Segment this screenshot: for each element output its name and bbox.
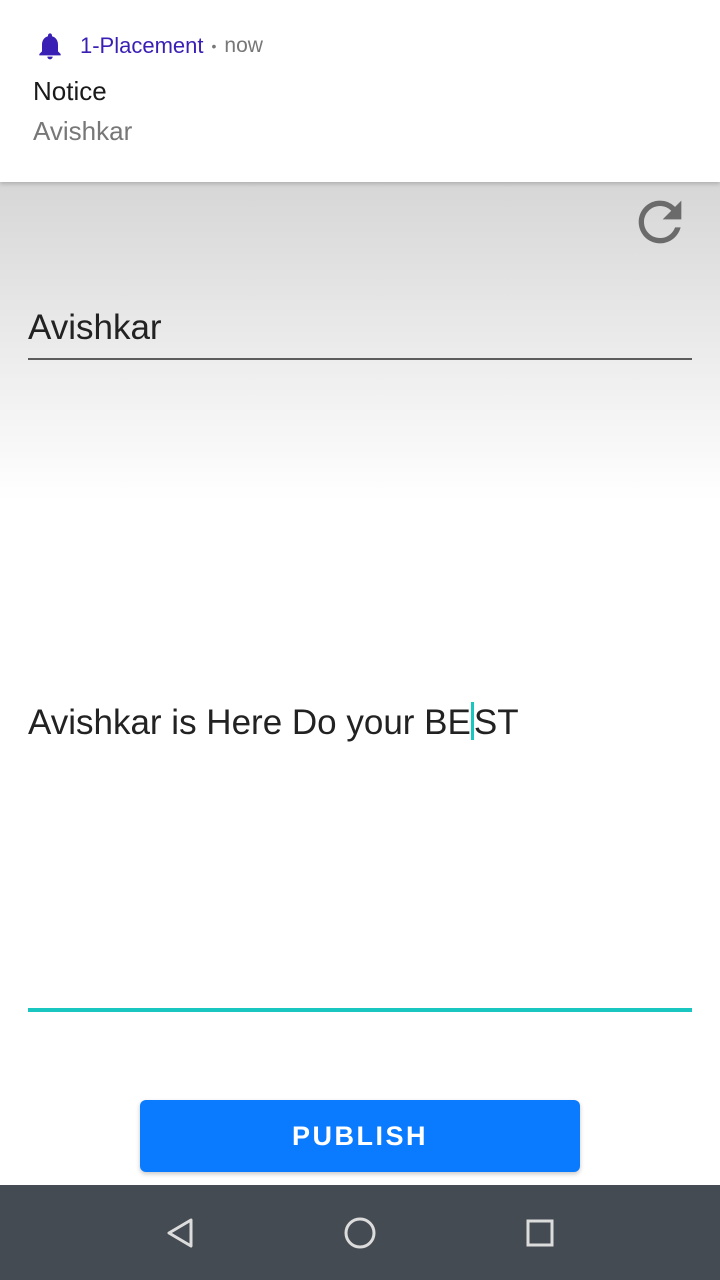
body-text-after-cursor: ST [473,703,519,742]
body-input[interactable]: Avishkar is Here Do your BEST [28,690,692,1012]
notification-text: Avishkar [33,116,133,146]
refresh-icon [638,200,682,244]
home-button[interactable] [340,1213,380,1253]
notification-app-name: 1-Placement [80,33,204,58]
notification-title: Notice [33,76,107,106]
system-navigation-bar [0,1185,720,1280]
refresh-button[interactable] [628,190,692,254]
bell-icon [39,33,61,60]
notification-header: 1-Placement • now [34,30,263,62]
body-input-value: Avishkar is Here Do your BEST [28,702,519,743]
back-button[interactable] [160,1213,200,1253]
back-triangle-icon [167,1218,193,1248]
recents-button[interactable] [520,1213,560,1253]
notification-separator: • [211,38,217,54]
heads-up-notification[interactable]: 1-Placement • now Notice Avishkar [0,0,720,182]
title-input[interactable]: Avishkar [28,300,692,360]
publish-button[interactable]: PUBLISH [140,1100,580,1172]
home-circle-icon [344,1217,376,1249]
title-input-value: Avishkar [28,308,162,347]
recents-square-icon [526,1219,554,1247]
notification-time: now [224,34,263,57]
body-text-before-cursor: Avishkar is Here Do your BE [28,703,471,742]
app-screen: 1-Placement • now Notice Avishkar Avishk… [0,0,720,1185]
